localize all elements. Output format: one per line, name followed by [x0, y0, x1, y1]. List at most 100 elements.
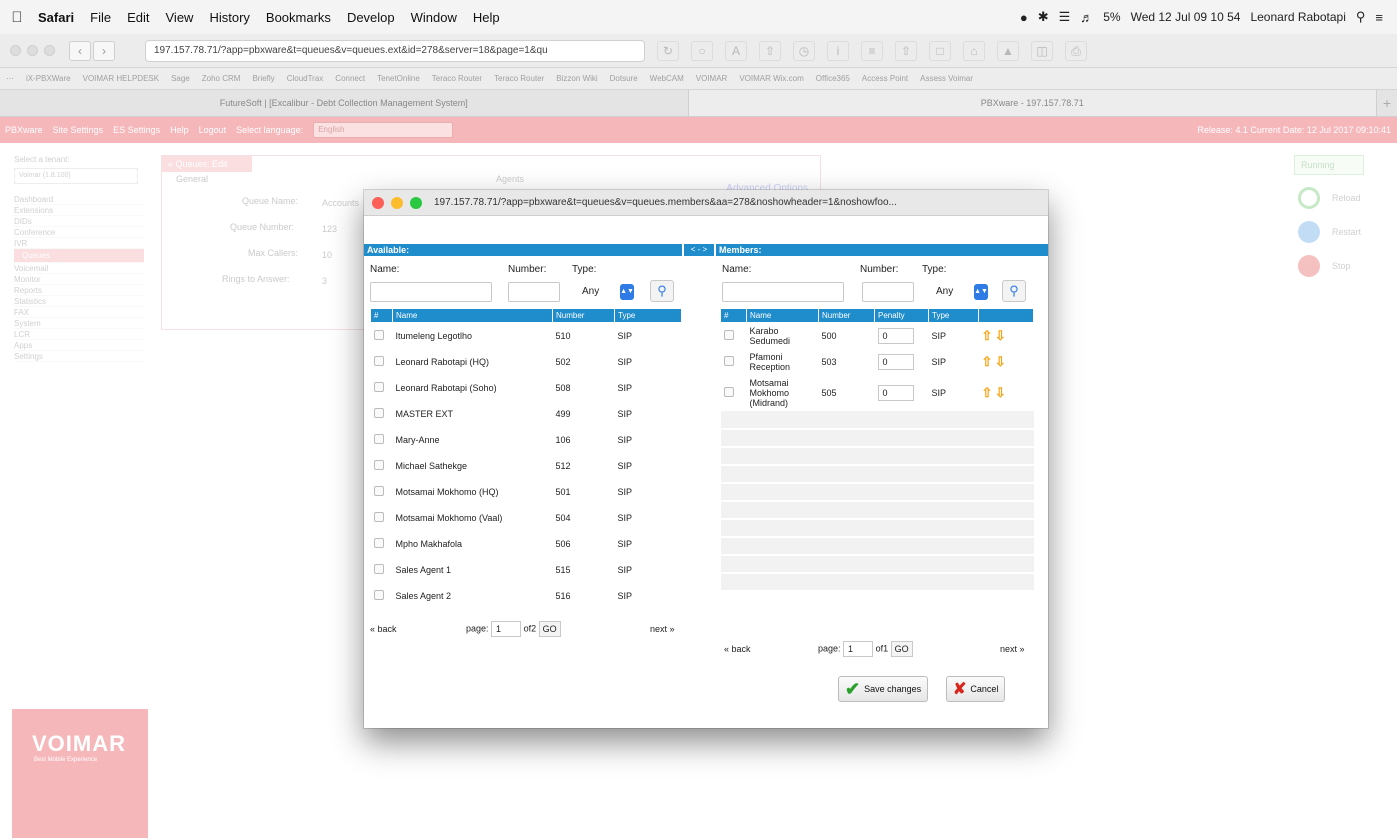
- row-checkbox[interactable]: [373, 563, 384, 574]
- members-search-button[interactable]: ⚲: [1002, 280, 1026, 302]
- sidebar-item[interactable]: Monitor: [14, 274, 144, 285]
- bookmark-icon[interactable]: ▲: [997, 40, 1019, 61]
- members-back-link[interactable]: « back: [724, 644, 751, 654]
- bookmark-item[interactable]: Dotsure: [610, 74, 638, 83]
- col-header[interactable]: Name: [392, 308, 553, 323]
- bookmark-item[interactable]: WebCAM: [650, 74, 684, 83]
- sidebar-item[interactable]: LCR: [14, 329, 144, 340]
- new-tab-icon[interactable]: +: [1377, 90, 1397, 116]
- table-row[interactable]: Motsamai Mokhomo (Midrand) 505 0 SIP ⇧ ⇩: [720, 374, 1034, 411]
- table-row[interactable]: Leonard Rabotapi (Soho) 508 SIP: [370, 374, 682, 401]
- sidebar-item-queues[interactable]: Queues: [14, 249, 144, 263]
- bookmark-item[interactable]: Teraco Router: [432, 74, 482, 83]
- row-checkbox[interactable]: [373, 511, 384, 522]
- table-row[interactable]: Pfamoni Reception 503 0 SIP ⇧ ⇩: [720, 348, 1034, 375]
- row-checkbox[interactable]: [723, 386, 734, 397]
- bookmark-item[interactable]: Office365: [816, 74, 850, 83]
- popup-minimize-icon[interactable]: [391, 196, 403, 209]
- wifi-icon[interactable]: ☰: [1059, 9, 1071, 25]
- info-icon[interactable]: i: [827, 40, 849, 61]
- reload-icon[interactable]: [1298, 187, 1320, 209]
- bookmark-item[interactable]: VOIMAR HELPDESK: [83, 74, 159, 83]
- bookmark-item[interactable]: VOIMAR Wix.com: [739, 74, 803, 83]
- menubar-clock[interactable]: Wed 12 Jul 09 10 54: [1131, 10, 1241, 24]
- col-header[interactable]: Type: [928, 308, 979, 323]
- volume-icon[interactable]: ♬: [1080, 10, 1093, 25]
- minimize-window-icon[interactable]: [27, 45, 38, 56]
- save-changes-button[interactable]: ✔ Save changes: [838, 676, 929, 702]
- pbx-nav-item[interactable]: PBXware: [5, 125, 43, 135]
- menu-bookmarks[interactable]: Bookmarks: [266, 10, 331, 25]
- table-row[interactable]: Mary-Anne 106 SIP: [370, 426, 682, 453]
- row-checkbox[interactable]: [373, 589, 384, 600]
- menu-develop[interactable]: Develop: [347, 10, 395, 25]
- row-checkbox[interactable]: [373, 459, 384, 470]
- stop-icon[interactable]: ○: [691, 40, 713, 61]
- restart-label[interactable]: Restart: [1332, 227, 1361, 237]
- move-down-icon[interactable]: ⇩: [995, 385, 1006, 400]
- members-next-link[interactable]: next »: [1000, 644, 1025, 654]
- menu-file[interactable]: File: [90, 10, 111, 25]
- sidebar-item[interactable]: System: [14, 318, 144, 329]
- upload-icon[interactable]: ⇧: [895, 40, 917, 61]
- sidebar-item[interactable]: Apps: [14, 340, 144, 351]
- row-checkbox[interactable]: [723, 355, 734, 366]
- move-up-icon[interactable]: ⇧: [982, 354, 993, 369]
- bookmark-item[interactable]: VOIMAR: [696, 74, 728, 83]
- row-checkbox[interactable]: [373, 329, 384, 340]
- col-header[interactable]: Number: [552, 308, 615, 323]
- sidebar-item[interactable]: DIDs: [14, 216, 144, 227]
- history-icon[interactable]: ◷: [793, 40, 815, 61]
- menu-help[interactable]: Help: [473, 10, 500, 25]
- bookmark-item[interactable]: Zoho CRM: [202, 74, 241, 83]
- cancel-button[interactable]: ✘ Cancel: [946, 676, 1006, 702]
- menu-edit[interactable]: Edit: [127, 10, 149, 25]
- penalty-input[interactable]: 0: [877, 353, 914, 370]
- members-number-input[interactable]: [862, 282, 914, 302]
- row-checkbox[interactable]: [723, 329, 734, 340]
- menu-history[interactable]: History: [209, 10, 249, 25]
- rings-value[interactable]: 3: [322, 276, 327, 286]
- language-select[interactable]: English: [313, 122, 454, 138]
- table-row[interactable]: Mpho Makhafola 506 SIP: [370, 530, 682, 557]
- sidebar-item[interactable]: FAX: [14, 307, 144, 318]
- popup-close-icon[interactable]: [372, 196, 384, 209]
- move-down-icon[interactable]: ⇩: [995, 354, 1006, 369]
- table-row[interactable]: Sales Agent 2 516 SIP: [370, 582, 682, 609]
- table-row[interactable]: Motsamai Mokhomo (HQ) 501 SIP: [370, 478, 682, 505]
- go-button[interactable]: GO: [890, 641, 913, 657]
- tabs-icon[interactable]: □: [929, 40, 951, 61]
- reload-icon[interactable]: ↻: [657, 40, 679, 61]
- available-next-link[interactable]: next »: [650, 624, 675, 634]
- bookmark-item[interactable]: Access Point: [862, 74, 908, 83]
- tab-pbxware[interactable]: PBXware - 197.157.78.71: [688, 90, 1377, 116]
- bookmark-item[interactable]: Bizzon Wiki: [556, 74, 597, 83]
- pbx-nav-item[interactable]: Help: [170, 125, 189, 135]
- bookmarks-grid-icon[interactable]: ⋯: [6, 74, 14, 83]
- col-header[interactable]: Type: [614, 308, 682, 323]
- row-checkbox[interactable]: [373, 355, 384, 366]
- available-number-input[interactable]: [508, 282, 560, 302]
- swap-button[interactable]: < - >: [684, 244, 714, 256]
- sidebar-item[interactable]: IVR: [14, 238, 144, 249]
- page-input[interactable]: 1: [491, 621, 522, 637]
- bookmark-item[interactable]: CloudTrax: [287, 74, 324, 83]
- close-window-icon[interactable]: [10, 45, 21, 56]
- spotlight-icon[interactable]: ⚲: [1356, 9, 1366, 25]
- restart-icon[interactable]: [1298, 221, 1320, 243]
- notification-center-icon[interactable]: ≡: [1375, 10, 1383, 25]
- tenant-select[interactable]: Voimar (1.8.100): [14, 168, 138, 184]
- available-search-button[interactable]: ⚲: [650, 280, 674, 302]
- bookmark-item[interactable]: TenetOnline: [377, 74, 420, 83]
- col-header[interactable]: Name: [746, 308, 819, 323]
- members-name-input[interactable]: [722, 282, 844, 302]
- pbx-nav-item[interactable]: Logout: [199, 125, 227, 135]
- select-arrow-icon[interactable]: ▲▼: [620, 284, 634, 300]
- move-down-icon[interactable]: ⇩: [995, 328, 1006, 343]
- forward-button[interactable]: ›: [93, 40, 115, 61]
- reload-label[interactable]: Reload: [1332, 193, 1361, 203]
- row-checkbox[interactable]: [373, 407, 384, 418]
- penalty-input[interactable]: 0: [877, 384, 914, 401]
- table-row[interactable]: Leonard Rabotapi (HQ) 502 SIP: [370, 348, 682, 375]
- max-callers-value[interactable]: 10: [322, 250, 332, 260]
